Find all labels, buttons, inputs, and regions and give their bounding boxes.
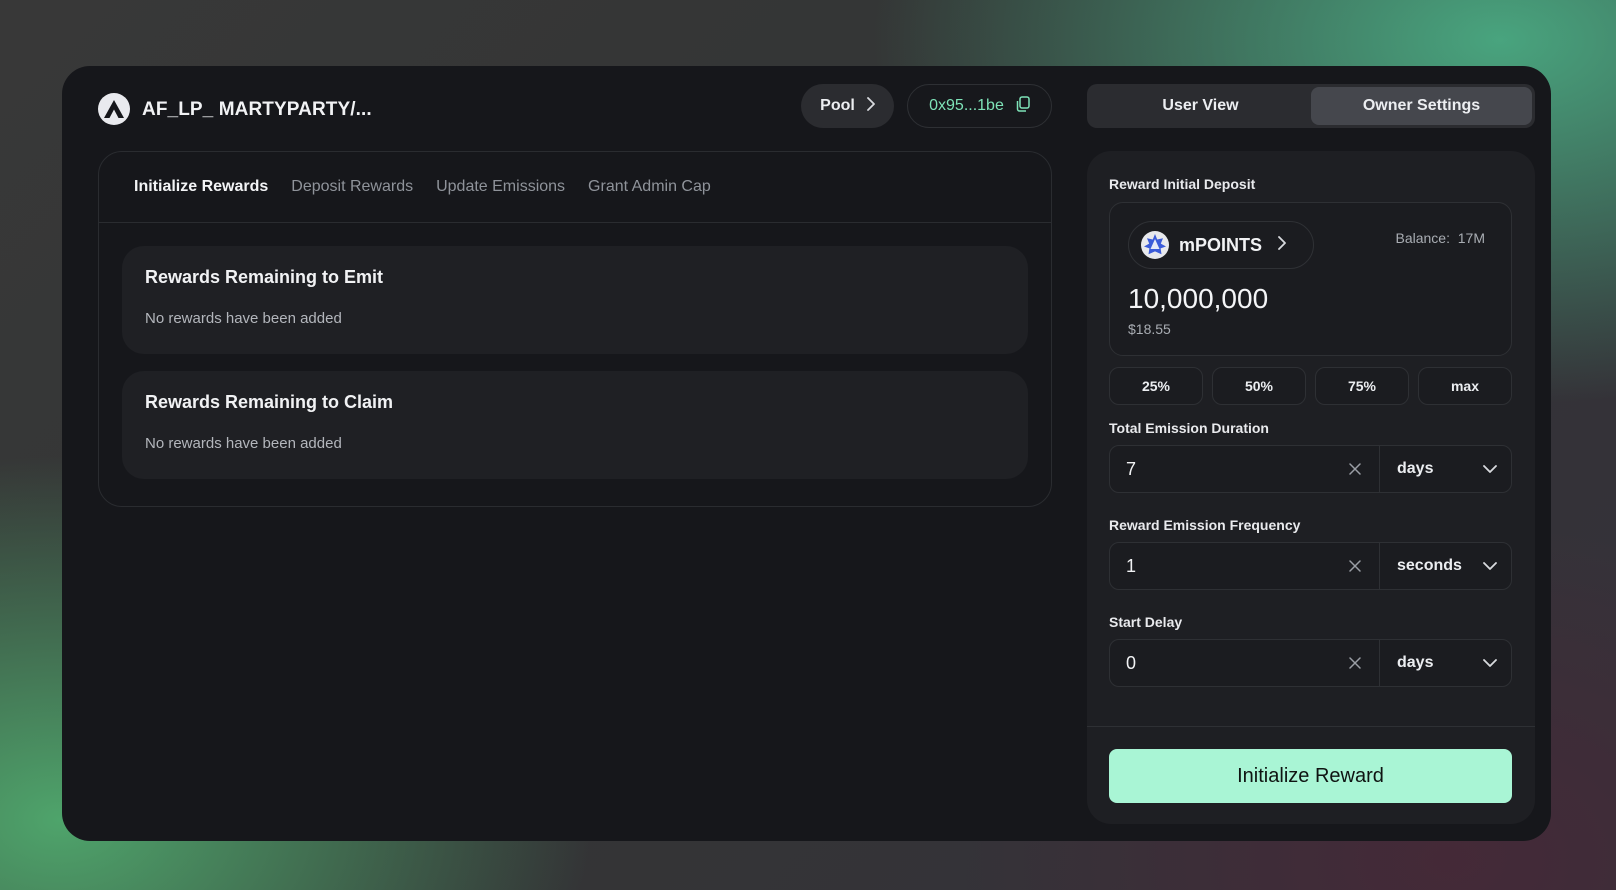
duration-field: 7 days xyxy=(1109,445,1512,493)
tab-user-view[interactable]: User View xyxy=(1090,87,1311,125)
owner-settings-panel: Reward Initial Deposit mPOINTS Balance: … xyxy=(1087,151,1535,824)
tab-grant-admin-cap[interactable]: Grant Admin Cap xyxy=(588,178,711,196)
chevron-right-icon xyxy=(866,96,875,116)
pool-button-label: Pool xyxy=(820,97,855,114)
frequency-value: 1 xyxy=(1126,555,1137,576)
deposit-label: Reward Initial Deposit xyxy=(1109,176,1256,192)
rewards-panel: Initialize Rewards Deposit Rewards Updat… xyxy=(98,151,1052,507)
chevron-down-icon xyxy=(1483,654,1497,672)
clear-icon[interactable] xyxy=(1349,653,1361,674)
deposit-amount-input[interactable]: 10,000,000 xyxy=(1128,283,1268,315)
delay-value: 0 xyxy=(1126,652,1137,673)
aftermath-logo-icon xyxy=(98,93,130,125)
frequency-unit: seconds xyxy=(1397,557,1462,574)
delay-unit-select[interactable]: days xyxy=(1380,640,1511,686)
tab-owner-settings[interactable]: Owner Settings xyxy=(1311,87,1532,125)
mpoints-token-icon xyxy=(1141,231,1169,259)
pool-title: AF_LP_ MARTYPARTY/... xyxy=(142,99,372,120)
view-toggle: User View Owner Settings xyxy=(1087,84,1535,128)
delay-unit: days xyxy=(1397,654,1434,671)
deposit-usd-value: $18.55 xyxy=(1128,321,1171,337)
duration-input[interactable]: 7 xyxy=(1110,446,1380,492)
rewards-to-emit-card: Rewards Remaining to Emit No rewards hav… xyxy=(122,246,1028,354)
delay-field: 0 days xyxy=(1109,639,1512,687)
card-title: Rewards Remaining to Claim xyxy=(145,392,394,412)
card-empty-text: No rewards have been added xyxy=(145,435,342,452)
frequency-unit-select[interactable]: seconds xyxy=(1380,543,1511,589)
delay-label: Start Delay xyxy=(1109,614,1183,630)
app-window: AF_LP_ MARTYPARTY/... Pool 0x95...1be Us… xyxy=(62,66,1551,841)
deposit-box: mPOINTS Balance: 17M 10,000,000 $18.55 xyxy=(1109,202,1512,356)
clear-icon[interactable] xyxy=(1349,459,1361,480)
tab-deposit-rewards[interactable]: Deposit Rewards xyxy=(291,178,413,196)
divider xyxy=(1087,726,1535,727)
tab-update-emissions[interactable]: Update Emissions xyxy=(436,178,565,196)
duration-unit: days xyxy=(1397,460,1434,477)
percent-75-button[interactable]: 75% xyxy=(1315,367,1409,405)
max-button[interactable]: max xyxy=(1418,367,1512,405)
duration-unit-select[interactable]: days xyxy=(1380,446,1511,492)
address-copy-button[interactable]: 0x95...1be xyxy=(907,84,1052,128)
card-title: Rewards Remaining to Emit xyxy=(145,267,384,287)
rewards-tabs: Initialize Rewards Deposit Rewards Updat… xyxy=(99,152,1051,223)
token-name: mPOINTS xyxy=(1179,234,1263,255)
copy-icon xyxy=(1016,95,1030,117)
duration-value: 7 xyxy=(1126,458,1137,479)
percent-50-button[interactable]: 50% xyxy=(1212,367,1306,405)
frequency-label: Reward Emission Frequency xyxy=(1109,517,1301,533)
delay-input[interactable]: 0 xyxy=(1110,640,1380,686)
duration-label: Total Emission Duration xyxy=(1109,420,1269,436)
chevron-down-icon xyxy=(1483,557,1497,575)
chevron-down-icon xyxy=(1483,460,1497,478)
chevron-right-icon xyxy=(1278,235,1286,255)
percent-25-button[interactable]: 25% xyxy=(1109,367,1203,405)
frequency-input[interactable]: 1 xyxy=(1110,543,1380,589)
clear-icon[interactable] xyxy=(1349,556,1361,577)
percent-buttons: 25% 50% 75% max xyxy=(1109,367,1512,405)
rewards-to-claim-card: Rewards Remaining to Claim No rewards ha… xyxy=(122,371,1028,479)
pool-button[interactable]: Pool xyxy=(801,84,894,128)
token-select-button[interactable]: mPOINTS xyxy=(1128,221,1314,269)
tab-initialize-rewards[interactable]: Initialize Rewards xyxy=(134,178,268,196)
balance-label: Balance: xyxy=(1395,230,1450,246)
balance-display: Balance: 17M xyxy=(1396,230,1486,246)
initialize-reward-button[interactable]: Initialize Reward xyxy=(1109,749,1512,803)
address-text: 0x95...1be xyxy=(929,97,1004,114)
balance-value: 17M xyxy=(1457,230,1485,246)
frequency-field: 1 seconds xyxy=(1109,542,1512,590)
card-empty-text: No rewards have been added xyxy=(145,310,342,327)
